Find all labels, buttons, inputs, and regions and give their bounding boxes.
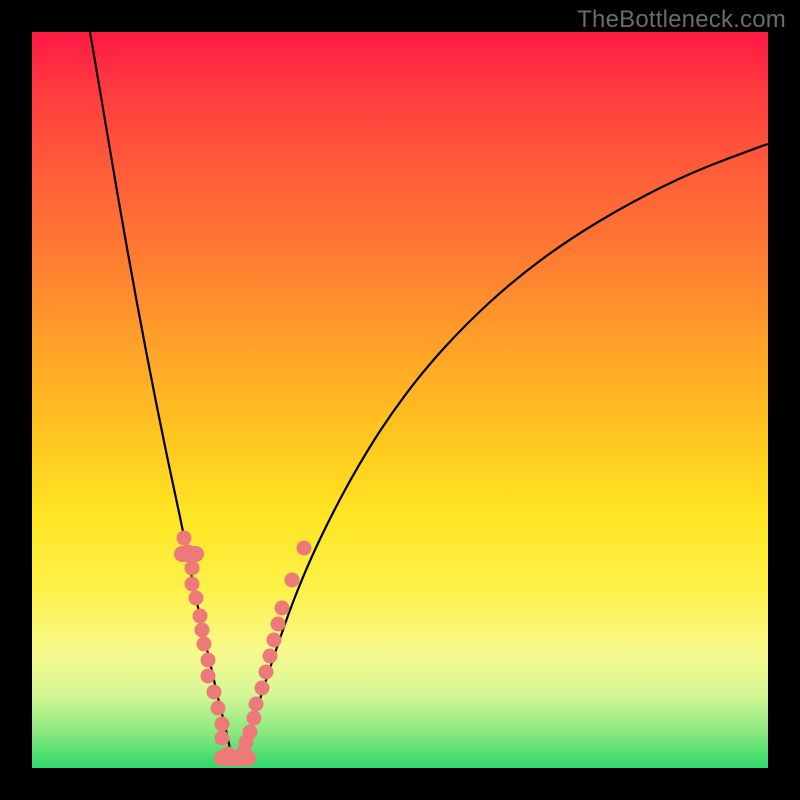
highlight-dot bbox=[255, 681, 270, 696]
curve-right-branch bbox=[242, 144, 768, 758]
highlight-dot bbox=[259, 665, 274, 680]
highlight-dot bbox=[249, 697, 264, 712]
highlight-dot bbox=[197, 637, 212, 652]
highlight-dot bbox=[297, 541, 312, 556]
highlight-dot-cluster bbox=[214, 750, 256, 766]
highlight-dot bbox=[211, 701, 226, 716]
highlight-dot-cluster bbox=[174, 546, 204, 562]
highlight-dot bbox=[243, 725, 258, 740]
chart-frame: TheBottleneck.com bbox=[0, 0, 800, 800]
highlight-dot bbox=[201, 669, 216, 684]
highlight-dot bbox=[193, 609, 208, 624]
highlight-dot bbox=[189, 591, 204, 606]
watermark-text: TheBottleneck.com bbox=[577, 6, 786, 34]
highlight-dot bbox=[207, 685, 222, 700]
highlight-dot bbox=[201, 653, 216, 668]
highlight-dot bbox=[247, 711, 262, 726]
highlight-dot bbox=[177, 531, 192, 546]
highlight-dot bbox=[263, 649, 278, 664]
highlight-dot bbox=[195, 623, 210, 638]
curve-layer bbox=[32, 32, 768, 768]
highlight-dot bbox=[285, 573, 300, 588]
highlight-dot bbox=[215, 717, 230, 732]
curve-left-branch bbox=[90, 32, 232, 758]
highlight-dot bbox=[185, 577, 200, 592]
highlight-dot bbox=[275, 601, 290, 616]
plot-area bbox=[32, 32, 768, 768]
highlight-dot bbox=[185, 561, 200, 576]
highlight-dot bbox=[267, 633, 282, 648]
highlight-dots-group bbox=[174, 531, 312, 767]
highlight-dot bbox=[215, 731, 230, 746]
highlight-dot bbox=[271, 617, 286, 632]
